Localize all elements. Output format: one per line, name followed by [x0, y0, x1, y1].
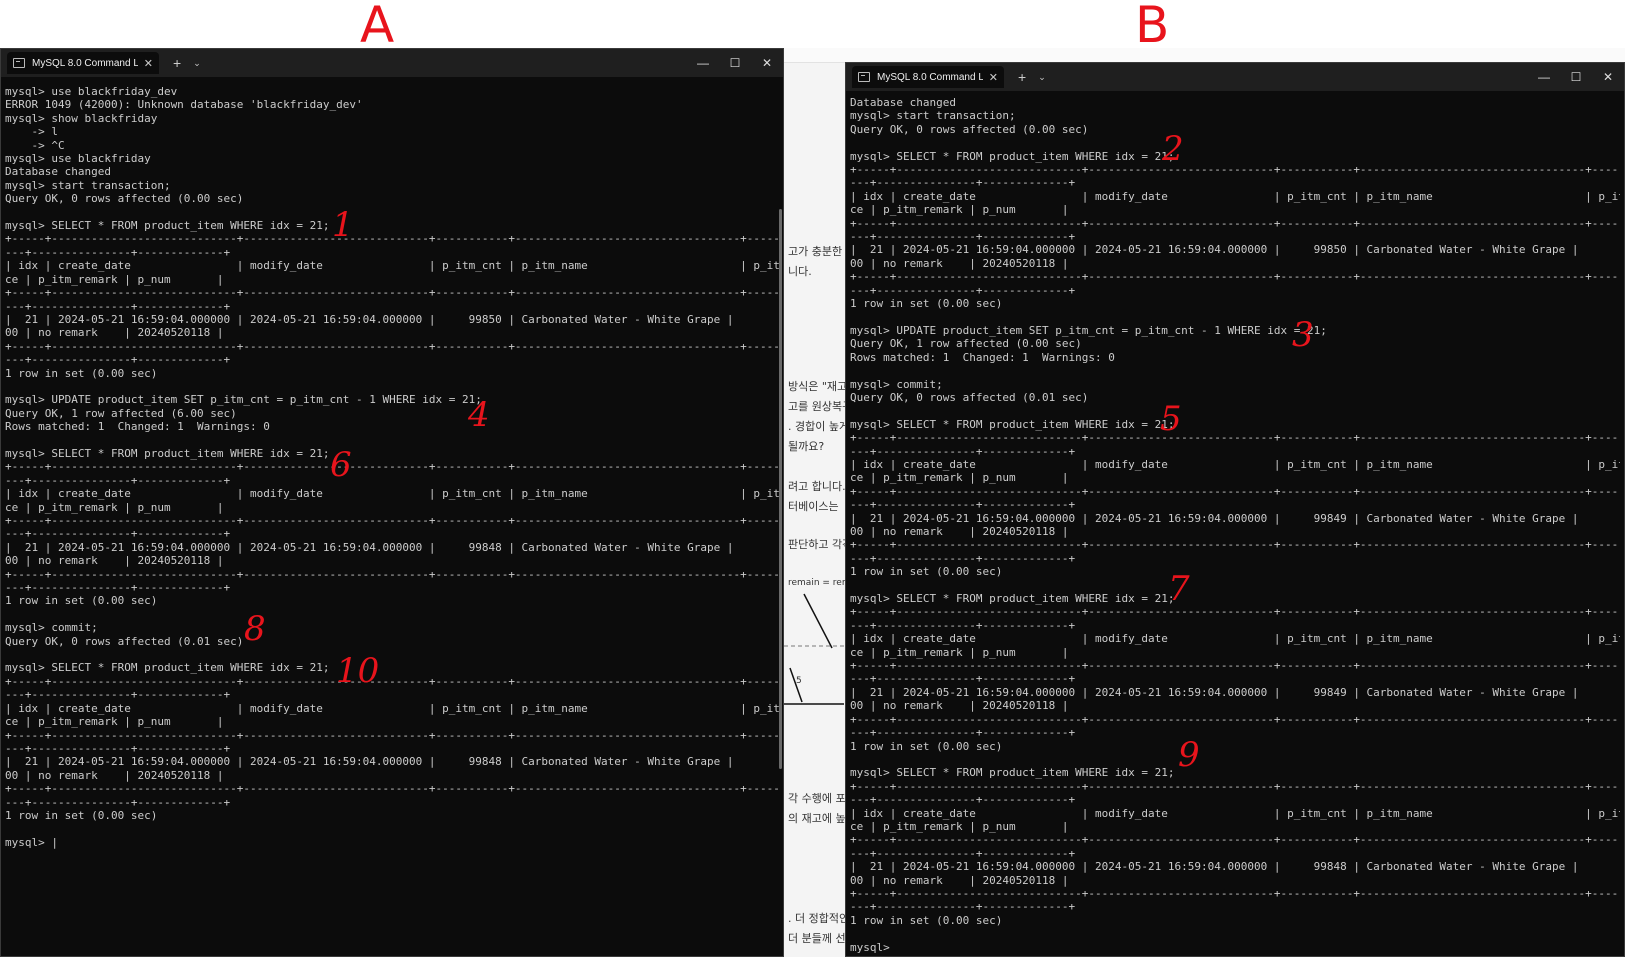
- background-text-fragment: 터베이스는: [788, 500, 839, 513]
- close-icon[interactable]: ✕: [144, 57, 153, 70]
- tab-title: MySQL 8.0 Command Line Cli: [32, 57, 138, 69]
- step-mark: 9: [1178, 735, 1200, 775]
- background-text-fragment: . 더 정합적인: [788, 912, 850, 925]
- background-text-fragment: 고를 원상복구: [788, 400, 853, 413]
- window-label-b: B: [1135, 0, 1170, 54]
- terminal-tab[interactable]: MySQL 8.0 Command Line Cli ✕: [7, 52, 159, 74]
- chevron-down-icon[interactable]: ⌄: [1038, 72, 1046, 83]
- close-icon[interactable]: ✕: [1592, 70, 1624, 84]
- plus-icon[interactable]: +: [1018, 69, 1026, 85]
- step-mark: 7: [1168, 569, 1190, 609]
- window-controls: — ☐ ✕: [1528, 63, 1624, 91]
- background-toolbar-strip: [784, 48, 1625, 63]
- plus-icon[interactable]: +: [173, 55, 181, 71]
- terminal-window-b[interactable]: MySQL 8.0 Command Line Cli ✕ + ⌄ — ☐ ✕ D…: [845, 62, 1625, 957]
- step-mark: 2: [1162, 129, 1184, 169]
- terminal-window-a[interactable]: MySQL 8.0 Command Line Cli ✕ + ⌄ — ☐ ✕ m…: [0, 48, 784, 957]
- background-text-fragment: 니다.: [788, 265, 812, 278]
- terminal-tab[interactable]: MySQL 8.0 Command Line Cli ✕: [852, 66, 1004, 88]
- maximize-icon[interactable]: ☐: [719, 56, 751, 70]
- close-icon[interactable]: ✕: [751, 56, 783, 70]
- console-output[interactable]: mysql> use blackfriday_dev ERROR 1049 (4…: [5, 85, 779, 956]
- console-output[interactable]: Database changed mysql> start transactio…: [850, 96, 1620, 956]
- scrollbar[interactable]: [779, 209, 782, 769]
- window-controls: — ☐ ✕: [687, 49, 783, 77]
- background-text-fragment: 판단하고 각각: [788, 538, 853, 551]
- chevron-down-icon[interactable]: ⌄: [193, 58, 201, 69]
- background-text-fragment: 방식은 "재고: [788, 380, 848, 393]
- step-mark: 10: [336, 651, 380, 691]
- background-text-fragment: 고가 충분한: [788, 245, 843, 258]
- background-sequence-diagram: [784, 593, 844, 705]
- terminal-icon: [858, 72, 870, 82]
- step-mark: 6: [330, 445, 352, 485]
- maximize-icon[interactable]: ☐: [1560, 70, 1592, 84]
- step-mark: 8: [244, 609, 266, 649]
- background-text-fragment: . 경합이 높게: [788, 420, 850, 433]
- background-text-fragment: 각 수행에 포: [788, 792, 846, 805]
- window-label-a: A: [360, 0, 395, 54]
- step-mark: 5: [1160, 399, 1182, 439]
- minimize-icon[interactable]: —: [1528, 70, 1560, 84]
- tab-title: MySQL 8.0 Command Line Cli: [877, 71, 983, 83]
- title-bar[interactable]: MySQL 8.0 Command Line Cli ✕ + ⌄ — ☐ ✕: [846, 63, 1624, 91]
- minimize-icon[interactable]: —: [687, 56, 719, 70]
- step-mark: 1: [332, 205, 354, 245]
- close-icon[interactable]: ✕: [989, 71, 998, 84]
- step-mark: 4: [468, 395, 490, 435]
- step-mark: 3: [1292, 315, 1314, 355]
- terminal-icon: [13, 58, 25, 68]
- background-text-fragment: 될까요?: [788, 440, 825, 453]
